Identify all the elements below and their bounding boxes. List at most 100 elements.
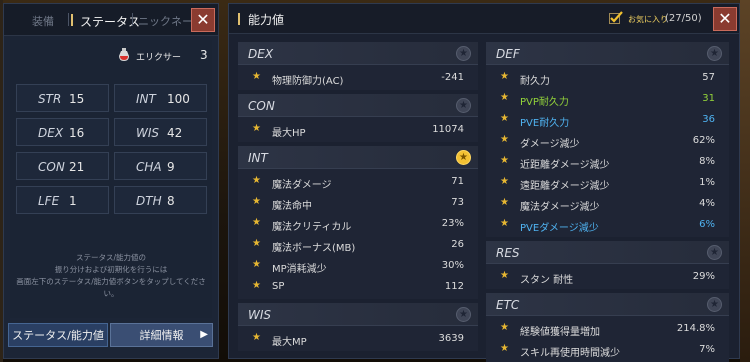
stat-value: 42 (167, 126, 183, 140)
favorite-row-star-icon[interactable]: ★ (252, 332, 261, 343)
favorite-row-star-icon[interactable]: ★ (500, 270, 509, 281)
ability-row: ★ ダメージ減少 62% (486, 130, 729, 151)
detail-info-button[interactable]: 詳細情報 ▶ (110, 323, 213, 347)
favorite-row-star-icon[interactable]: ★ (500, 218, 509, 229)
ability-label: 経験値獲得量増加 (520, 327, 600, 338)
favorite-star-icon[interactable]: ★ (707, 297, 722, 312)
arrow-right-icon: ▶ (200, 329, 208, 340)
ability-row: ★ PVEダメージ減少 6% (486, 214, 729, 235)
favorite-check-icon[interactable] (609, 11, 623, 24)
stat-key: CHA (136, 160, 162, 174)
ability-row: ★ PVP耐久力 31 (486, 88, 729, 109)
ability-row: ★ 魔法命中 73 (238, 192, 478, 213)
ability-label: 最大HP (272, 128, 306, 139)
ability-label: ダメージ減少 (520, 139, 580, 150)
tab-status-label: ステータス (80, 15, 141, 29)
stat-int: INT 100 (114, 84, 207, 112)
favorite-star-icon[interactable]: ★ (456, 46, 471, 61)
favorite-row-star-icon[interactable]: ★ (500, 155, 509, 166)
favorite-row-star-icon[interactable]: ★ (252, 259, 261, 270)
favorite-row-star-icon[interactable]: ★ (252, 71, 261, 82)
section-header: RES ★ (486, 241, 729, 264)
ability-value: 214.8% (676, 323, 715, 334)
section-header: ETC ★ (486, 293, 729, 316)
ability-row: ★ スキル再使用時間減少 7% (486, 339, 729, 360)
stat-con: CON 21 (16, 152, 109, 180)
section-title: ETC (496, 298, 520, 312)
stat-key: STR (38, 92, 62, 106)
elixir-potion-icon (119, 48, 129, 61)
favorite-row-star-icon[interactable]: ★ (252, 175, 261, 186)
ability-value: 3639 (438, 333, 464, 344)
ability-label: 近距離ダメージ減少 (520, 160, 610, 171)
ability-value: 1% (699, 177, 715, 188)
favorite-star-icon[interactable]: ★ (707, 46, 722, 61)
tab-equipment[interactable]: 装備 (32, 13, 54, 29)
section-con: CON ★ ★ 最大HP 11074 (238, 94, 478, 142)
close-icon[interactable]: ✕ (713, 7, 737, 31)
stat-key: DEX (38, 126, 64, 140)
ability-row: ★ 近距離ダメージ減少 8% (486, 151, 729, 172)
ability-row: ★ 魔法ボーナス(MB) 26 (238, 234, 478, 255)
ability-label: 魔法ボーナス(MB) (272, 243, 356, 254)
section-title: DEF (496, 47, 520, 61)
ability-value: 73 (451, 197, 464, 208)
favorite-star-icon[interactable]: ★ (456, 307, 471, 322)
favorite-row-star-icon[interactable]: ★ (500, 343, 509, 354)
stat-value: 1 (69, 194, 77, 208)
ability-value: 7% (699, 344, 715, 355)
close-icon[interactable]: ✕ (191, 8, 215, 32)
favorite-row-star-icon[interactable]: ★ (500, 176, 509, 187)
detail-info-label: 詳細情報 (139, 329, 184, 342)
status-ability-button[interactable]: ステータス/能力値 (8, 323, 108, 347)
ability-value: 112 (444, 281, 464, 292)
favorite-row-star-icon[interactable]: ★ (500, 322, 509, 333)
stat-dex: DEX 16 (16, 118, 109, 146)
stat-key: WIS (136, 126, 160, 140)
section-header: INT ★ (238, 146, 478, 169)
favorite-row-star-icon[interactable]: ★ (500, 71, 509, 82)
ability-value: 11074 (432, 124, 464, 135)
ability-value: -241 (441, 72, 464, 83)
stat-value: 16 (69, 126, 85, 140)
ability-row: ★ 物理防御力(AC) -241 (238, 67, 478, 88)
ability-value: 62% (692, 135, 715, 146)
favorite-row-star-icon[interactable]: ★ (500, 92, 509, 103)
ability-label: SP (272, 281, 285, 292)
stat-dth: DTH 8 (114, 186, 207, 214)
ability-row: ★ 魔法クリティカル 23% (238, 213, 478, 234)
section-title: CON (248, 99, 275, 113)
favorite-star-icon[interactable]: ★ (456, 98, 471, 113)
favorite-row-star-icon[interactable]: ★ (500, 113, 509, 124)
section-header: DEF ★ (486, 42, 729, 65)
favorite-star-icon[interactable]: ★ (456, 150, 471, 165)
ability-value: 4% (699, 198, 715, 209)
help-note-line: 振り分けおよび初期化を行うには (54, 265, 168, 274)
favorite-row-star-icon[interactable]: ★ (252, 217, 261, 228)
section-header: DEX ★ (238, 42, 478, 65)
ability-value: 36 (702, 114, 715, 125)
favorite-star-icon[interactable]: ★ (707, 245, 722, 260)
favorite-row-star-icon[interactable]: ★ (252, 238, 261, 249)
tab-status[interactable]: ステータス (71, 13, 141, 30)
stat-value: 100 (167, 92, 190, 106)
stat-key: CON (38, 160, 65, 174)
ability-row: ★ 魔法ダメージ 71 (238, 171, 478, 192)
favorite-row-star-icon[interactable]: ★ (500, 134, 509, 145)
help-note: ステータス/能力値の 振り分けおよび初期化を行うには 画面左下のステータス/能力… (16, 252, 206, 300)
stat-body: エリクサー 3 STR 15 INT 100 DEX 16 WIS 42 CON… (10, 40, 212, 318)
ability-label: 遠距離ダメージ減少 (520, 181, 610, 192)
favorite-row-star-icon[interactable]: ★ (252, 280, 261, 291)
ability-row: ★ 経験値獲得量増加 214.8% (486, 318, 729, 339)
favorite-count: (27/50) (665, 13, 702, 24)
favorite-row-star-icon[interactable]: ★ (500, 197, 509, 208)
stat-value: 8 (167, 194, 175, 208)
help-note-line: 画面左下のステータス/能力値ボタンをタップしてください。 (16, 277, 206, 298)
favorite-row-star-icon[interactable]: ★ (252, 196, 261, 207)
character-tabs: 装備 ステータス ニックネーム ✕ (4, 4, 218, 36)
section-int: INT ★ ★ 魔法ダメージ 71 ★ 魔法命中 73 ★ 魔法クリティカル 23% ★ 魔法ボーナス(… (238, 146, 478, 299)
ability-value: 8% (699, 156, 715, 167)
ability-label: 耐久力 (520, 76, 550, 87)
favorite-row-star-icon[interactable]: ★ (252, 123, 261, 134)
ability-label: MP消耗減少 (272, 264, 327, 275)
